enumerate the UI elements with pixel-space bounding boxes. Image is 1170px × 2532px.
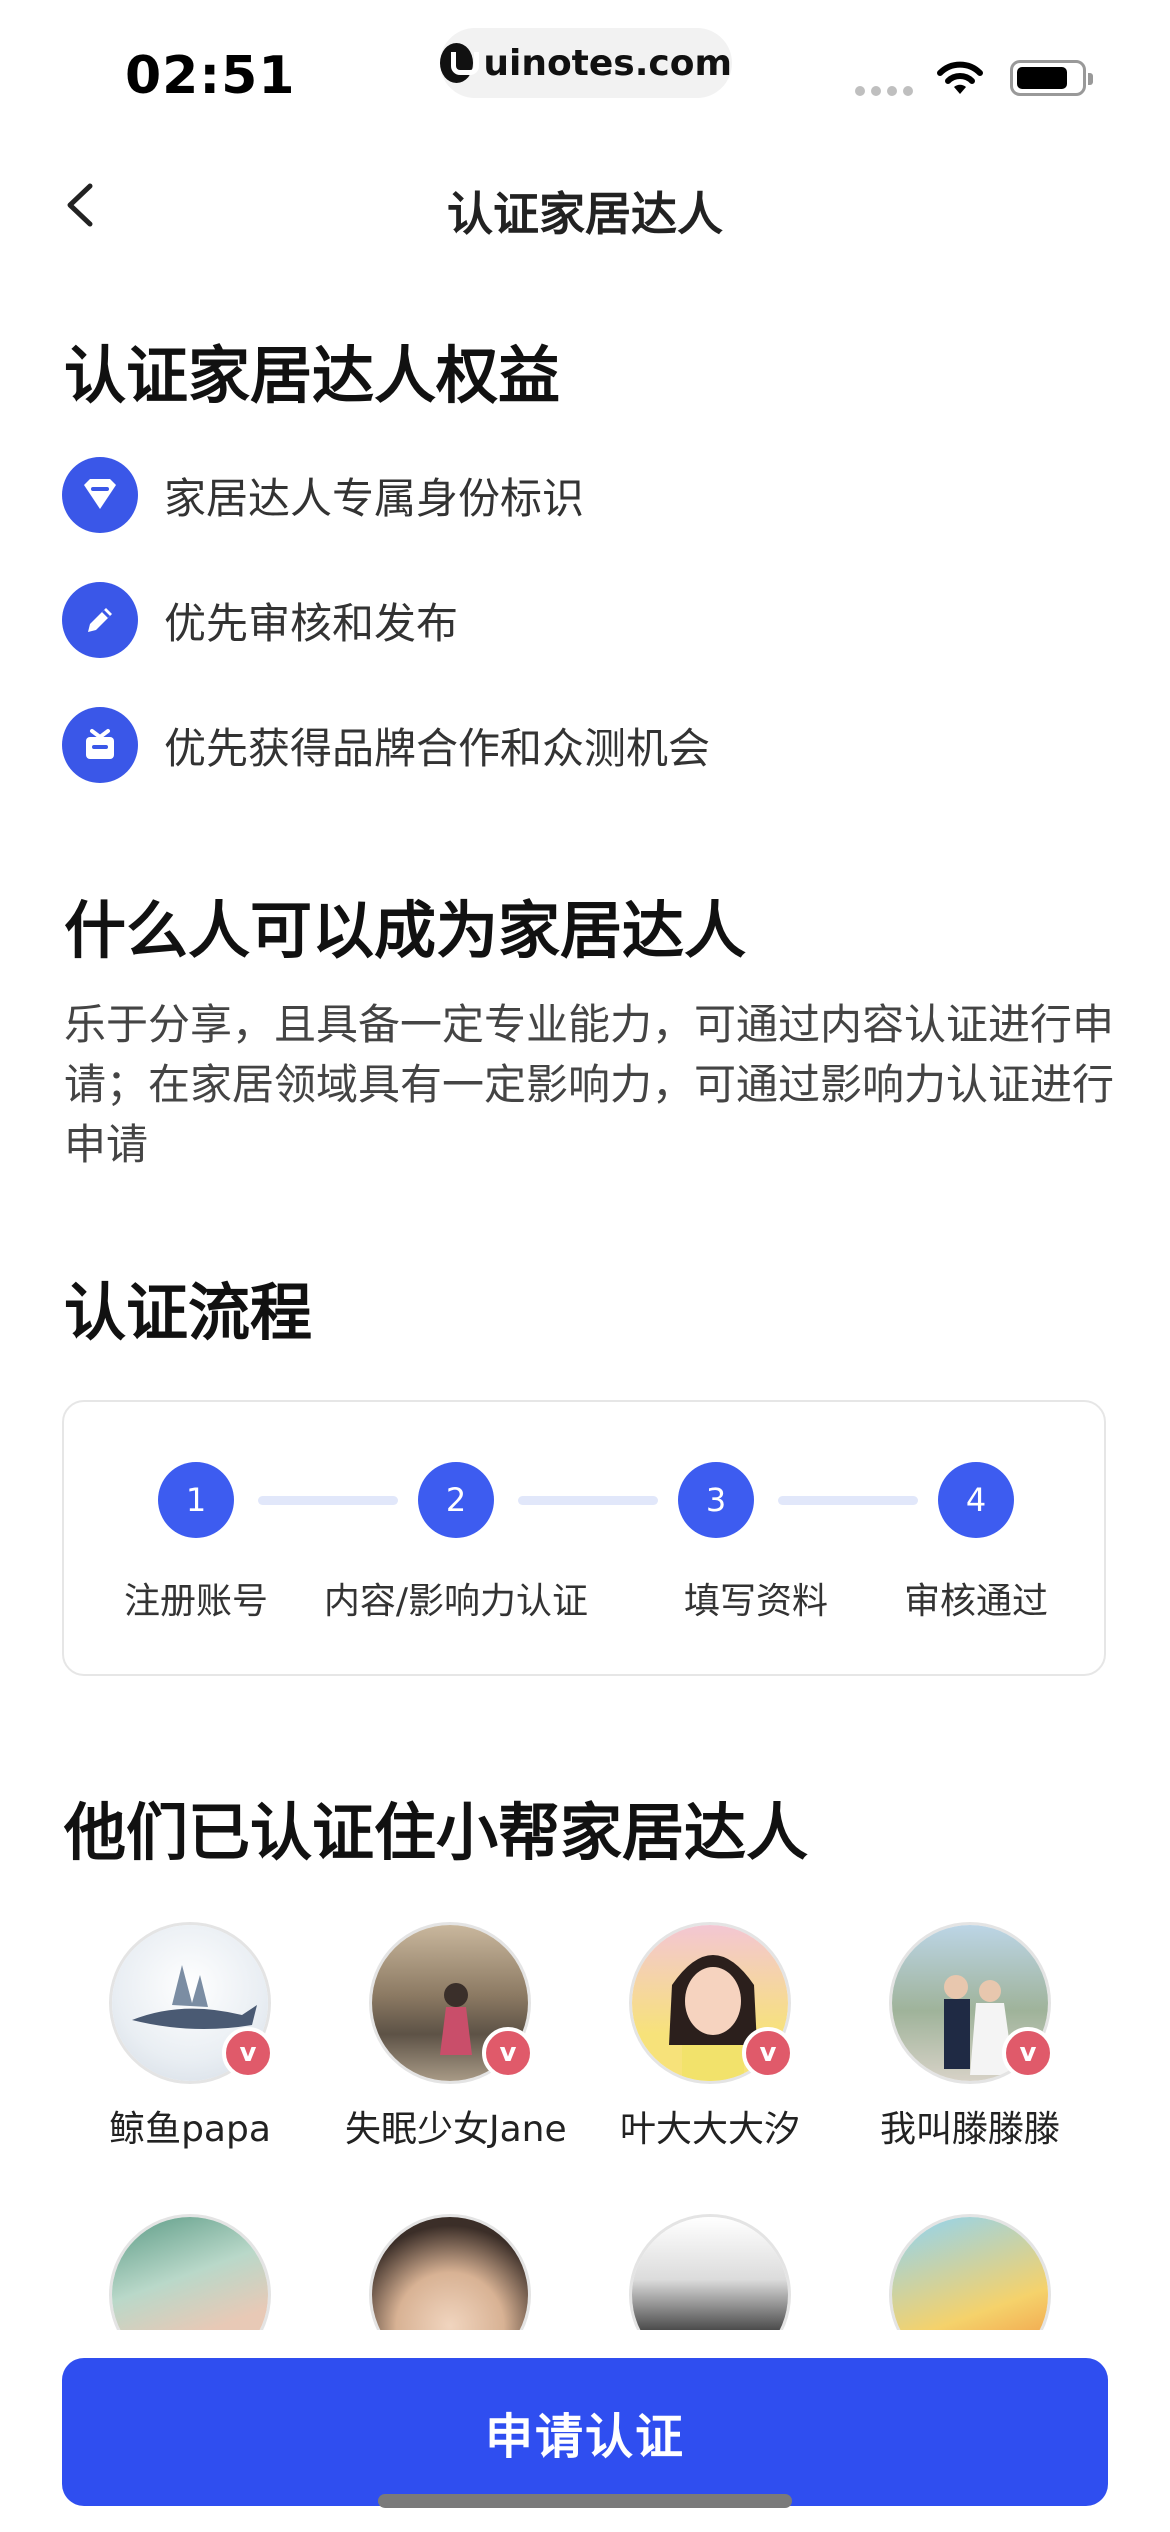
pencil-icon [62,582,138,658]
home-indicator [378,2494,792,2508]
apply-button[interactable]: 申请认证 [62,2358,1108,2506]
step-label: 注册账号 [123,1581,269,1622]
benefits-title: 认证家居达人权益 [64,339,561,412]
step-connector [518,1496,658,1505]
step-connector [778,1496,918,1505]
user-name: 失眠少女Jane [345,2109,567,2150]
user-name: 我叫滕滕滕 [879,2109,1060,2150]
user-item[interactable]: v 失眠少女Jane [345,1922,567,2152]
verified-badge-icon: v [1002,2027,1054,2079]
step-number: 2 [418,1462,494,1538]
benefit-item: 家居达人专属身份标识 [62,455,584,535]
benefit-label: 优先获得品牌合作和众测机会 [164,723,711,773]
user-name: 叶大大大汐 [619,2109,800,2150]
avatar: v [109,1922,274,2084]
verified-badge-icon: v [742,2027,794,2079]
status-bar: 02:51 uinotes.com [0,0,1170,130]
url-pill[interactable]: uinotes.com [440,28,732,98]
cellular-signal-icon [855,86,913,96]
step-connector [258,1496,398,1505]
step-number: 3 [678,1462,754,1538]
avatar: v [889,1922,1054,2084]
who-description: 乐于分享，且具备一定专业能力，可通过内容认证进行申请；在家居领域具有一定影响力，… [64,1000,1115,1169]
step-number: 1 [158,1462,234,1538]
url-text: uinotes.com [483,42,732,84]
user-item[interactable]: v 叶大大大汐 [605,1922,815,2152]
benefit-item: 优先审核和发布 [62,580,458,660]
step-number: 4 [938,1462,1014,1538]
battery-icon [1010,60,1093,96]
benefit-label: 优先审核和发布 [164,598,459,648]
benefit-item: 优先获得品牌合作和众测机会 [62,705,710,785]
step-label: 审核通过 [903,1581,1049,1622]
avatar: v [369,1922,534,2084]
who-title: 什么人可以成为家居达人 [64,894,747,967]
wifi-icon [937,61,983,94]
status-time: 02:51 [125,46,296,106]
diamond-badge-icon [62,457,138,533]
verified-badge-icon: v [222,2027,274,2079]
process-card: 1 2 3 4 注册账号 内容/影响力认证 填写资料 审核通过 [62,1400,1106,1676]
user-item[interactable]: v 鲸鱼papa [85,1922,295,2152]
benefit-label: 家居达人专属身份标识 [164,473,585,523]
avatar: v [629,1922,794,2084]
step-label: 填写资料 [683,1581,829,1622]
user-item[interactable]: v 我叫滕滕滕 [865,1922,1075,2152]
process-title: 认证流程 [64,1276,313,1349]
verified-badge-icon: v [482,2027,534,2079]
users-title: 他们已认证住小帮家居达人 [64,1796,809,1869]
step-label: 内容/影响力认证 [323,1581,589,1622]
gift-box-icon [62,707,138,783]
nav-bar: 认证家居达人 [0,160,1170,250]
page-title: 认证家居达人 [447,187,723,241]
user-name: 鲸鱼papa [109,2109,271,2150]
site-logo-icon [440,43,480,83]
